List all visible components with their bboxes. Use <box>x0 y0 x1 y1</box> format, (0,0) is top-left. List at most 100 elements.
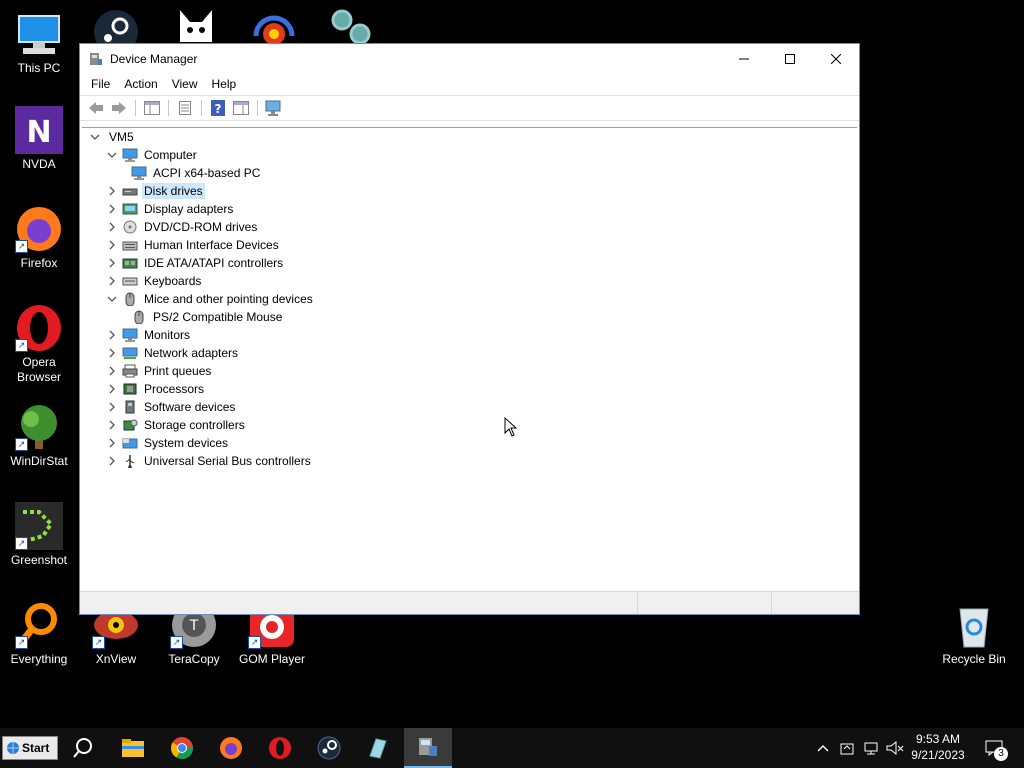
title-bar[interactable]: Device Manager <box>80 44 859 73</box>
desktop-icon-firefox[interactable]: ↗ Firefox <box>1 205 77 271</box>
taskbar-steam[interactable] <box>306 728 352 768</box>
show-hide-console-tree-button[interactable] <box>142 99 162 117</box>
tree-node[interactable]: Display adapters <box>82 200 857 218</box>
tray-usb-safely-remove[interactable] <box>837 728 857 768</box>
action-pane-button[interactable] <box>231 99 251 117</box>
tree-node[interactable]: Processors <box>82 380 857 398</box>
menu-action[interactable]: Action <box>117 77 164 91</box>
close-button[interactable] <box>813 44 859 73</box>
tree-node[interactable]: Mice and other pointing devices <box>82 290 857 308</box>
taskbar-file-explorer[interactable] <box>110 728 156 768</box>
taskbar-device-manager[interactable] <box>404 728 452 768</box>
desktop-icon-this-pc[interactable]: This PC <box>1 10 77 76</box>
tree-node[interactable]: PS/2 Compatible Mouse <box>82 308 857 326</box>
menu-view[interactable]: View <box>165 77 205 91</box>
start-button[interactable]: Start <box>2 736 58 760</box>
device-tree[interactable]: VM5 Computer ACPI x64-based PC Disk drives D… <box>82 127 857 588</box>
tree-node[interactable]: Print queues <box>82 362 857 380</box>
tree-node[interactable]: Network adapters <box>82 344 857 362</box>
tree-node[interactable]: Human Interface Devices <box>82 236 857 254</box>
properties-icon <box>179 101 191 115</box>
taskbar-firefox[interactable] <box>208 728 254 768</box>
tree-node[interactable]: Monitors <box>82 326 857 344</box>
chevron-right-icon[interactable] <box>106 452 118 470</box>
desktop-icon-app-glasses[interactable] <box>326 6 374 46</box>
toolbar-separator <box>257 100 258 116</box>
device-manager-icon <box>419 738 437 756</box>
tree-node[interactable]: Keyboards <box>82 272 857 290</box>
chevron-right-icon[interactable] <box>106 380 118 398</box>
forward-button[interactable] <box>109 99 129 117</box>
desktop-icon-everything[interactable]: ↗ Everything <box>1 601 77 667</box>
tray-show-hidden-icons[interactable] <box>813 728 833 768</box>
keyboard-icon <box>122 274 138 288</box>
desktop-icon-greenshot[interactable]: ↗ Greenshot <box>1 502 77 568</box>
menu-help[interactable]: Help <box>205 77 244 91</box>
tree-node-label: DVD/CD-ROM drives <box>144 220 258 234</box>
chevron-right-icon[interactable] <box>106 218 118 236</box>
chevron-right-icon[interactable] <box>106 398 118 416</box>
usb-icon <box>122 454 138 469</box>
tree-node[interactable]: IDE ATA/ATAPI controllers <box>82 254 857 272</box>
tree-node[interactable]: Computer <box>82 146 857 164</box>
properties-button[interactable] <box>175 99 195 117</box>
chevron-right-icon[interactable] <box>106 236 118 254</box>
taskbar-opera[interactable] <box>257 728 303 768</box>
desktop-icon-recycle-bin[interactable]: Recycle Bin <box>936 601 1012 667</box>
chevron-right-icon[interactable] <box>106 272 118 290</box>
tree-node[interactable]: Storage controllers <box>82 416 857 434</box>
chevron-right-icon[interactable] <box>106 362 118 380</box>
desktop-icon-nvda[interactable]: N NVDA <box>1 106 77 172</box>
scan-hardware-changes-button[interactable] <box>264 99 284 117</box>
minimize-icon <box>739 58 749 59</box>
desktop-icon-opera[interactable]: ↗ Opera Browser <box>1 304 77 385</box>
chevron-down-icon[interactable] <box>106 290 118 308</box>
chevron-right-icon[interactable] <box>106 344 118 362</box>
menu-file[interactable]: File <box>84 77 117 91</box>
maximize-button[interactable] <box>767 44 813 73</box>
taskbar-app[interactable] <box>355 728 401 768</box>
chevron-right-icon[interactable] <box>106 434 118 452</box>
chevron-right-icon[interactable] <box>106 416 118 434</box>
desktop-icon-app-cat[interactable] <box>172 6 220 46</box>
desktop-icon-label: GOM Player <box>238 652 305 666</box>
desktop-icon-windirstat[interactable]: ↗ WinDirStat <box>1 403 77 469</box>
tree-node-label: Monitors <box>144 328 191 342</box>
chevron-right-icon[interactable] <box>106 326 118 344</box>
desktop-icon-app-headphones[interactable] <box>250 6 298 46</box>
device-manager-window[interactable]: Device Manager File Action View Help ? V… <box>79 43 860 615</box>
tree-node[interactable]: Software devices <box>82 398 857 416</box>
shortcut-arrow-icon: ↗ <box>92 636 105 649</box>
tray-network[interactable] <box>861 728 881 768</box>
taskbar-chrome[interactable] <box>159 728 205 768</box>
headphones-app-icon <box>253 15 295 45</box>
chevron-down-icon[interactable] <box>89 128 101 146</box>
tree-node[interactable]: DVD/CD-ROM drives <box>82 218 857 236</box>
action-center-button[interactable]: 3 <box>980 728 1008 768</box>
minimize-button[interactable] <box>721 44 767 73</box>
tree-node-label: Storage controllers <box>144 418 245 432</box>
tree-node[interactable]: System devices <box>82 434 857 452</box>
back-arrow-icon <box>89 102 103 114</box>
tree-node[interactable]: VM5 <box>82 128 857 146</box>
desktop-icon-steam[interactable] <box>92 8 140 54</box>
taskbar-clock[interactable]: 9:53 AM 9/21/2023 <box>906 731 970 763</box>
shortcut-arrow-icon: ↗ <box>15 537 28 550</box>
tree-node-label: Computer <box>144 148 197 162</box>
tree-node[interactable]: ACPI x64-based PC <box>82 164 857 182</box>
chevron-right-icon[interactable] <box>106 254 118 272</box>
search-icon <box>73 738 92 758</box>
tray-volume-muted[interactable] <box>885 728 905 768</box>
back-button[interactable] <box>86 99 106 117</box>
tree-node[interactable]: Universal Serial Bus controllers <box>82 452 857 470</box>
desktop-icon-label: This PC <box>17 61 61 75</box>
taskbar-search-button[interactable] <box>60 728 106 768</box>
svg-text:T: T <box>189 618 199 634</box>
chevron-right-icon[interactable] <box>106 200 118 218</box>
tree-node[interactable]: Disk drives <box>82 182 857 200</box>
tree-node-label: Network adapters <box>144 346 239 360</box>
chevron-down-icon[interactable] <box>106 146 118 164</box>
help-button[interactable]: ? <box>208 99 228 117</box>
chevron-right-icon[interactable] <box>106 182 118 200</box>
chevron-up-icon <box>817 745 829 752</box>
